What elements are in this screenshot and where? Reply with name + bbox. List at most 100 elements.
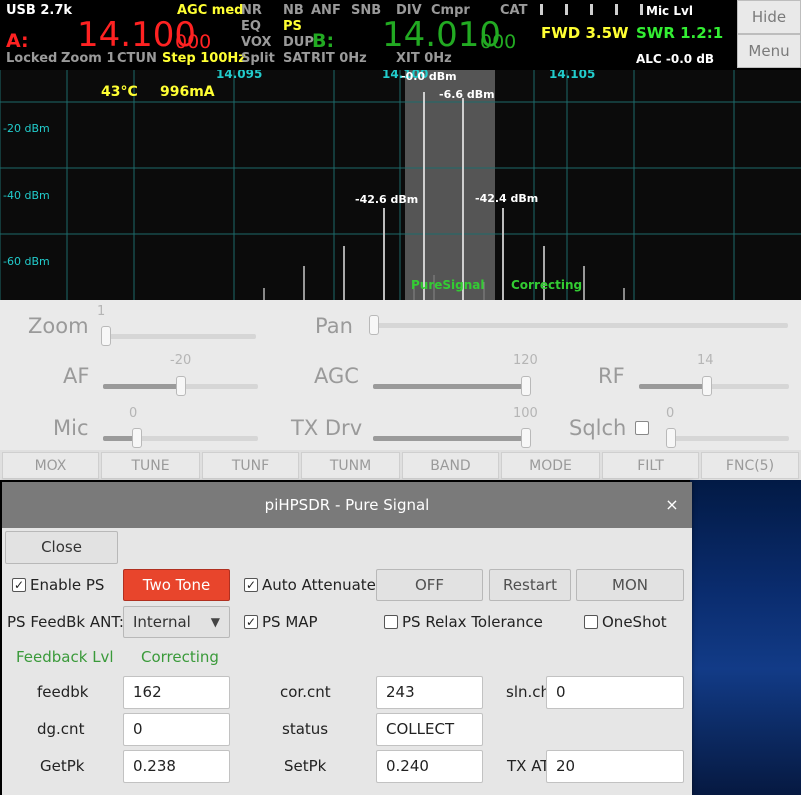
vox-status[interactable]: VOX bbox=[241, 35, 271, 50]
band-button[interactable]: BAND bbox=[402, 452, 499, 479]
ps-map-label: PS MAP bbox=[262, 613, 318, 631]
restart-button[interactable]: Restart bbox=[489, 569, 571, 601]
ps-map-checkbox[interactable]: ✓ bbox=[244, 615, 258, 629]
agc-value: 120 bbox=[513, 353, 538, 368]
ps-status[interactable]: PS bbox=[283, 19, 302, 34]
level-tick bbox=[565, 4, 568, 15]
anf-status[interactable]: ANF bbox=[311, 3, 341, 18]
mic-label: Mic bbox=[53, 416, 89, 440]
agc-slider[interactable] bbox=[373, 376, 531, 396]
tune-button[interactable]: TUNE bbox=[101, 452, 200, 479]
peak-label: -42.6 dBm bbox=[355, 193, 419, 206]
enable-ps-checkbox[interactable]: ✓ bbox=[12, 578, 26, 592]
feedbk-field[interactable]: 162 bbox=[123, 676, 230, 709]
dbm-label-60: -60 dBm bbox=[3, 255, 50, 268]
eq-status[interactable]: EQ bbox=[241, 19, 261, 34]
split-status[interactable]: Split bbox=[241, 51, 275, 66]
close-icon[interactable]: × bbox=[662, 482, 682, 528]
enable-ps-label: Enable PS bbox=[30, 576, 105, 594]
snb-status[interactable]: SNB bbox=[351, 3, 381, 18]
nb-status[interactable]: NB bbox=[283, 3, 304, 18]
rf-label: RF bbox=[598, 364, 625, 388]
peak-label: -6.6 dBm bbox=[439, 88, 495, 101]
af-slider[interactable] bbox=[103, 376, 258, 396]
mon-button[interactable]: MON bbox=[576, 569, 684, 601]
level-tick bbox=[640, 4, 643, 15]
level-tick bbox=[540, 4, 543, 15]
feedbk-ant-value: Internal bbox=[133, 613, 191, 631]
tunf-button[interactable]: TUNF bbox=[202, 452, 299, 479]
mode-filter[interactable]: USB 2.7k bbox=[6, 3, 72, 18]
puresignal-label: PureSignal bbox=[411, 278, 485, 292]
relax-tolerance-checkbox[interactable] bbox=[384, 615, 398, 629]
pan-slider[interactable] bbox=[369, 315, 788, 335]
ctun-status[interactable]: CTUN bbox=[117, 51, 157, 66]
freq-label-14095: 14.095 bbox=[216, 70, 263, 81]
level-tick bbox=[615, 4, 618, 15]
corcnt-field[interactable]: 243 bbox=[376, 676, 483, 709]
control-panel: Zoom 1 Pan AF -20 AGC 120 RF 14 Mic 0 TX… bbox=[0, 300, 801, 450]
sat-status[interactable]: SAT bbox=[283, 51, 310, 66]
off-button[interactable]: OFF bbox=[376, 569, 483, 601]
close-button[interactable]: Close bbox=[5, 531, 118, 564]
sqlch-slider[interactable] bbox=[666, 428, 789, 448]
sqlch-checkbox[interactable] bbox=[635, 421, 649, 435]
zoom-slider[interactable] bbox=[101, 326, 256, 346]
mode-button[interactable]: MODE bbox=[501, 452, 600, 479]
pure-signal-dialog: piHPSDR - Pure Signal × Close ✓ Enable P… bbox=[2, 482, 692, 795]
slider-handle[interactable] bbox=[101, 326, 111, 346]
status-header: USB 2.7k AGC med A: 14.100 000 Locked Zo… bbox=[0, 0, 801, 70]
getpk-field[interactable]: 0.238 bbox=[123, 750, 230, 783]
dgcnt-field[interactable]: 0 bbox=[123, 713, 230, 746]
slnchk-field[interactable]: 0 bbox=[546, 676, 684, 709]
panadapter[interactable]: 14.095 14.100 14.105 -20 dBm -40 dBm -60… bbox=[0, 70, 801, 300]
mic-slider[interactable] bbox=[103, 428, 258, 448]
feedbk-label: feedbk bbox=[37, 683, 89, 701]
dup-status[interactable]: DUP bbox=[283, 35, 314, 50]
slider-handle[interactable] bbox=[175, 376, 186, 396]
feedbk-ant-label: PS FeedBk ANT: bbox=[7, 613, 124, 631]
menu-button[interactable]: Menu bbox=[737, 34, 801, 68]
slider-handle[interactable] bbox=[702, 376, 712, 396]
hide-button[interactable]: Hide bbox=[737, 0, 801, 34]
slider-handle[interactable] bbox=[132, 428, 142, 448]
setpk-field[interactable]: 0.240 bbox=[376, 750, 483, 783]
cat-status[interactable]: CAT bbox=[500, 3, 527, 18]
step-status[interactable]: Step 100Hz bbox=[162, 51, 246, 66]
txatt-field[interactable]: 20 bbox=[546, 750, 684, 783]
status-field[interactable]: COLLECT bbox=[376, 713, 483, 746]
setpk-label: SetPk bbox=[284, 757, 327, 775]
fnc-button[interactable]: FNC(5) bbox=[701, 452, 799, 479]
txdrv-label: TX Drv bbox=[291, 416, 363, 440]
vfo-a-label: A: bbox=[6, 30, 29, 52]
rf-slider[interactable] bbox=[639, 376, 789, 396]
auto-attenuate-checkbox[interactable]: ✓ bbox=[244, 578, 258, 592]
dialog-title[interactable]: piHPSDR - Pure Signal bbox=[2, 482, 692, 528]
oneshot-checkbox[interactable] bbox=[584, 615, 598, 629]
peak-label: -0.0 dBm bbox=[401, 70, 457, 83]
txdrv-slider[interactable] bbox=[373, 428, 531, 448]
slider-handle[interactable] bbox=[369, 315, 379, 335]
rit-status[interactable]: RIT 0Hz bbox=[311, 51, 367, 66]
mox-button[interactable]: MOX bbox=[2, 452, 99, 479]
spectrum-plot[interactable] bbox=[0, 70, 801, 300]
feedback-level-label: Feedback Lvl bbox=[16, 648, 114, 666]
agc-label: AGC bbox=[314, 364, 359, 388]
zoom-status[interactable]: Zoom 1 bbox=[61, 51, 115, 66]
nr-status[interactable]: NR bbox=[241, 3, 262, 18]
filt-button[interactable]: FILT bbox=[602, 452, 699, 479]
feedbk-ant-select[interactable]: Internal ▼ bbox=[123, 606, 230, 638]
two-tone-button[interactable]: Two Tone bbox=[123, 569, 230, 601]
slider-handle[interactable] bbox=[521, 376, 531, 396]
slider-handle[interactable] bbox=[521, 428, 531, 448]
slider-fill bbox=[639, 384, 707, 389]
getpk-label: GetPk bbox=[40, 757, 85, 775]
locked-status[interactable]: Locked bbox=[6, 51, 57, 66]
alc-readout: ALC -0.0 dB bbox=[636, 52, 715, 66]
zoom-label: Zoom bbox=[28, 314, 89, 338]
txdrv-value: 100 bbox=[513, 406, 538, 421]
dgcnt-label: dg.cnt bbox=[37, 720, 85, 738]
tunm-button[interactable]: TUNM bbox=[301, 452, 400, 479]
af-value: -20 bbox=[170, 353, 192, 368]
slider-handle[interactable] bbox=[666, 428, 676, 448]
